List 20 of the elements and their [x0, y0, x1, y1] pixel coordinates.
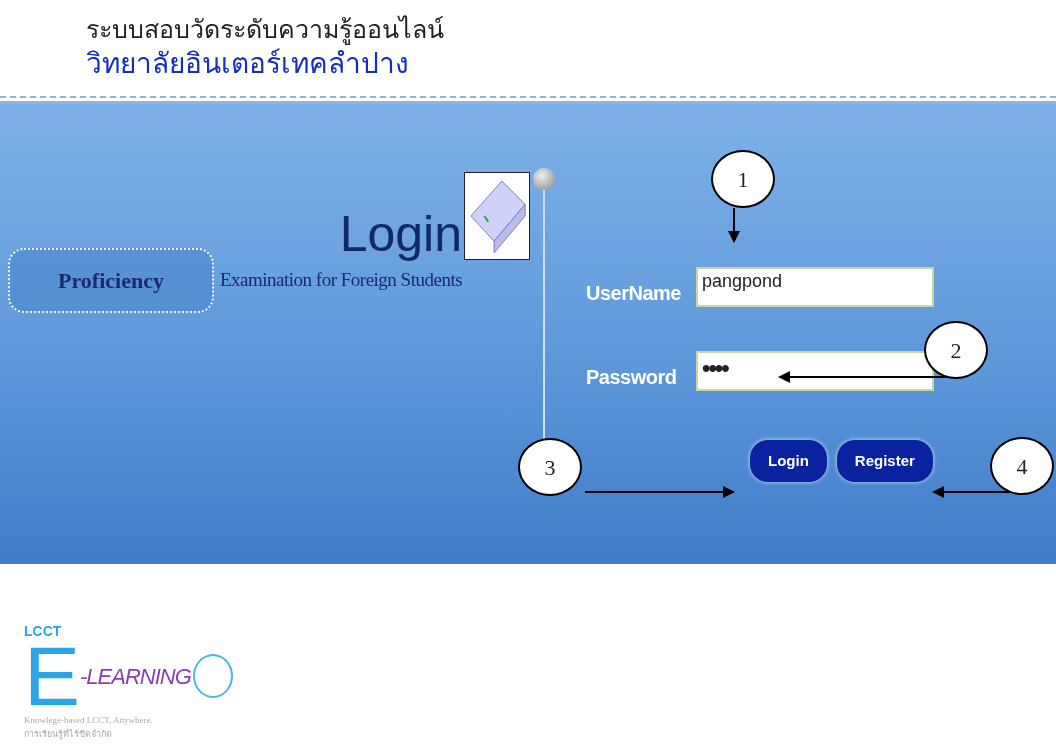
page-title: ระบบสอบวัดระดับความรู้ออนไลน์ [86, 14, 445, 46]
field-label: Password [586, 365, 678, 390]
college-name: วิทยาลัยอินเตอร์เทคลำปาง [86, 46, 410, 82]
drive-icon [464, 172, 530, 260]
tagline: Examination for Foreign Students [220, 268, 463, 293]
form-button[interactable]: Register [836, 440, 933, 482]
ball-icon [533, 168, 555, 190]
login-heading: Login [339, 208, 462, 260]
callout-arrow [728, 207, 740, 243]
password-field[interactable]: •••• [696, 351, 934, 391]
logo-brand: LCCT [24, 624, 63, 638]
field-label: UserName [586, 281, 682, 306]
proficiency-label: Proficiency [8, 248, 214, 313]
logo-slogan: Knowlege-based LCCT, Anywhere. [24, 714, 154, 727]
logo-letter: E [24, 638, 81, 714]
ring-icon [192, 654, 233, 698]
username-field[interactable]: pangpond [696, 267, 934, 307]
logo-word: -LEARNING [80, 662, 191, 691]
logo-thai-slogan: การเรียนรู้ที่ไร้ขีดจำกัด [24, 727, 113, 741]
form-button[interactable]: Login [750, 440, 827, 482]
